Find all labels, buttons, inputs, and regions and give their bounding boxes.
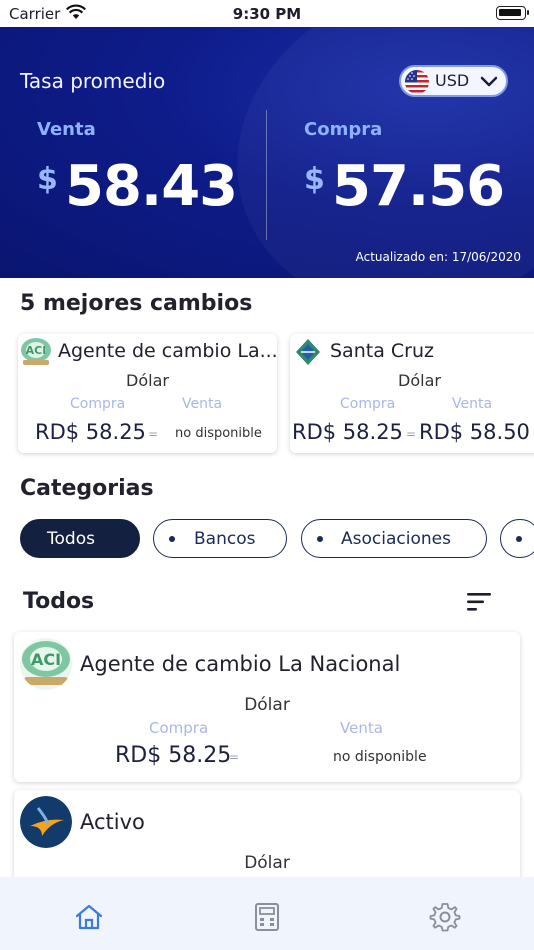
la-nacional-logo-icon: ACI: [20, 638, 72, 690]
battery-icon: [496, 6, 529, 20]
activo-logo-icon: [20, 796, 72, 848]
calculator-icon[interactable]: [251, 901, 283, 933]
tab-bar: [0, 877, 534, 950]
currency-name: Dólar: [126, 371, 169, 390]
best-exchanges-title: 5 mejores cambios: [20, 291, 253, 316]
svg-text:ACI: ACI: [31, 650, 61, 669]
sell-currency-symbol: $: [37, 162, 58, 197]
exchange-name: Agente de cambio La Nacional: [80, 652, 401, 676]
svg-text:ACI: ACI: [26, 344, 47, 357]
sell-value: no disponible: [333, 749, 427, 765]
buy-label: Compra: [149, 719, 209, 737]
bullet-icon: [169, 536, 175, 542]
currency-selector[interactable]: USD: [399, 65, 508, 97]
buy-label: Compra: [70, 396, 126, 412]
buy-currency-symbol: $: [304, 162, 325, 197]
updated-date: Actualizado en: 17/06/2020: [355, 250, 521, 264]
clock: 9:30 PM: [232, 5, 302, 23]
sell-label: Venta: [452, 396, 493, 412]
sell-label: Venta: [340, 719, 383, 737]
exchange-list-item[interactable]: ACI Agente de cambio La Nacional Dólar C…: [14, 632, 520, 782]
best-exchange-card[interactable]: ACI Agente de cambio La... Dólar Compra …: [18, 334, 277, 453]
sort-icon[interactable]: [467, 593, 493, 611]
home-icon[interactable]: [73, 901, 105, 933]
trend-equal-icon: =: [229, 750, 240, 764]
status-bar: Carrier 9:30 PM: [0, 0, 534, 27]
la-nacional-logo-icon: ACI: [20, 337, 52, 367]
exchange-name: Santa Cruz: [330, 340, 434, 362]
average-rate-header: Tasa promedio USD Venta $ 58.43 Compra $: [0, 27, 534, 278]
currency-code: USD: [435, 71, 470, 90]
category-chip-bancos[interactable]: Bancos: [153, 519, 287, 558]
bullet-icon: [317, 536, 323, 542]
buy-rate-value: 57.56: [332, 154, 505, 219]
chip-label: Asociaciones: [341, 529, 451, 549]
trend-equal-icon: =: [406, 427, 417, 441]
trend-equal-icon: =: [148, 427, 159, 441]
category-chip-asociaciones[interactable]: Asociaciones: [301, 519, 487, 558]
categories-title: Categorias: [20, 476, 154, 501]
sell-value: no disponible: [175, 426, 262, 441]
chevron-down-icon: [480, 76, 498, 87]
list-title: Todos: [23, 589, 95, 614]
bullet-icon: [516, 536, 522, 542]
buy-label: Compra: [340, 396, 396, 412]
header-title: Tasa promedio: [20, 69, 166, 93]
chip-label: Todos: [47, 529, 95, 549]
sell-value: RD$ 58.50: [419, 420, 530, 444]
buy-value: RD$ 58.25: [35, 420, 146, 444]
buy-value: RD$ 58.25: [292, 420, 403, 444]
sell-label: Venta: [37, 119, 96, 140]
sell-rate-value: 58.43: [65, 154, 238, 219]
currency-name: Dólar: [398, 371, 441, 390]
us-flag-icon: [405, 70, 429, 94]
chip-label: Bancos: [194, 529, 256, 549]
gear-icon[interactable]: [429, 901, 461, 933]
currency-name: Dólar: [244, 695, 290, 715]
currency-name: Dólar: [244, 853, 290, 873]
category-chip-more[interactable]: [500, 519, 534, 558]
santa-cruz-logo-icon: [292, 337, 324, 367]
exchange-name: Agente de cambio La...: [58, 340, 277, 362]
best-exchange-card[interactable]: Santa Cruz Dólar Compra Venta RD$ 58.25 …: [290, 334, 534, 453]
buy-value: RD$ 58.25: [115, 743, 232, 768]
sell-label: Venta: [182, 396, 223, 412]
buy-label: Compra: [304, 119, 383, 140]
category-chip-todos[interactable]: Todos: [20, 519, 140, 558]
rate-divider: [266, 110, 267, 240]
exchange-name: Activo: [80, 810, 145, 834]
